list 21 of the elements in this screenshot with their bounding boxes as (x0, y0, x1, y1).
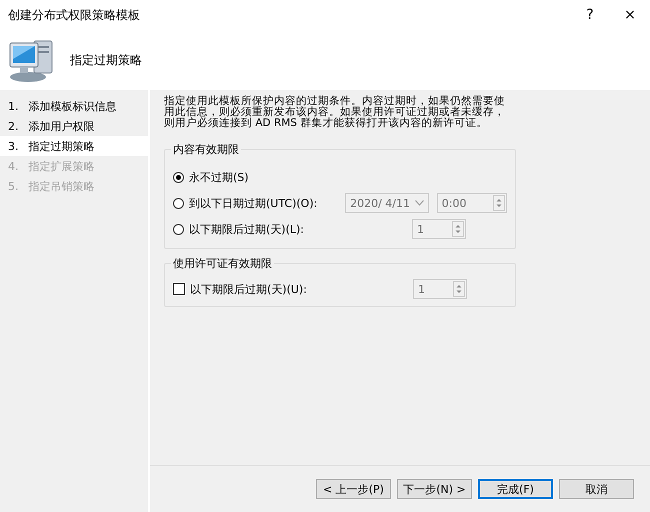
wizard-button[interactable]: 完成(F) (478, 479, 553, 499)
wizard-step[interactable]: 1. 添加模板标识信息 (0, 96, 148, 116)
spinner-arrows-icon[interactable] (493, 195, 505, 211)
option-label: 到以下日期过期(UTC)(O): (189, 196, 318, 210)
close-button[interactable]: × (610, 7, 650, 23)
wizard-step[interactable]: 2. 添加用户权限 (0, 116, 148, 136)
wizard-step[interactable]: 3. 指定过期策略 (0, 136, 148, 156)
option-label: 以下期限后过期(天)(L): (189, 222, 306, 236)
description-text: 指定使用此模板所保护内容的过期条件。内容过期时，如果仍然需要使用此信息，则必须重新发布该内容。如果使用许可证过期或者未缓存，则用户必须连接到 AD RMS 群集才能获得打开该内容的新许可证。 (164, 96, 506, 129)
option-label: 以下期限后过期(天)(U): (190, 282, 308, 296)
chevron-down-icon (414, 200, 424, 206)
radio-button[interactable] (173, 172, 184, 182)
group-title: 使用许可证有效期限 (171, 256, 274, 271)
window-title: 创建分布式权限策略模板 (8, 6, 141, 24)
wizard-button[interactable]: < 上一步(P) (316, 479, 391, 499)
page-heading: 指定过期策略 (70, 52, 142, 68)
wizard-button[interactable]: 下一步(N) > (397, 479, 472, 499)
group-title: 内容有效期限 (171, 142, 241, 157)
wizard-button[interactable]: 取消 (559, 479, 634, 499)
option-label: 永不过期(S) (189, 170, 250, 184)
help-button[interactable]: ? (570, 7, 610, 23)
